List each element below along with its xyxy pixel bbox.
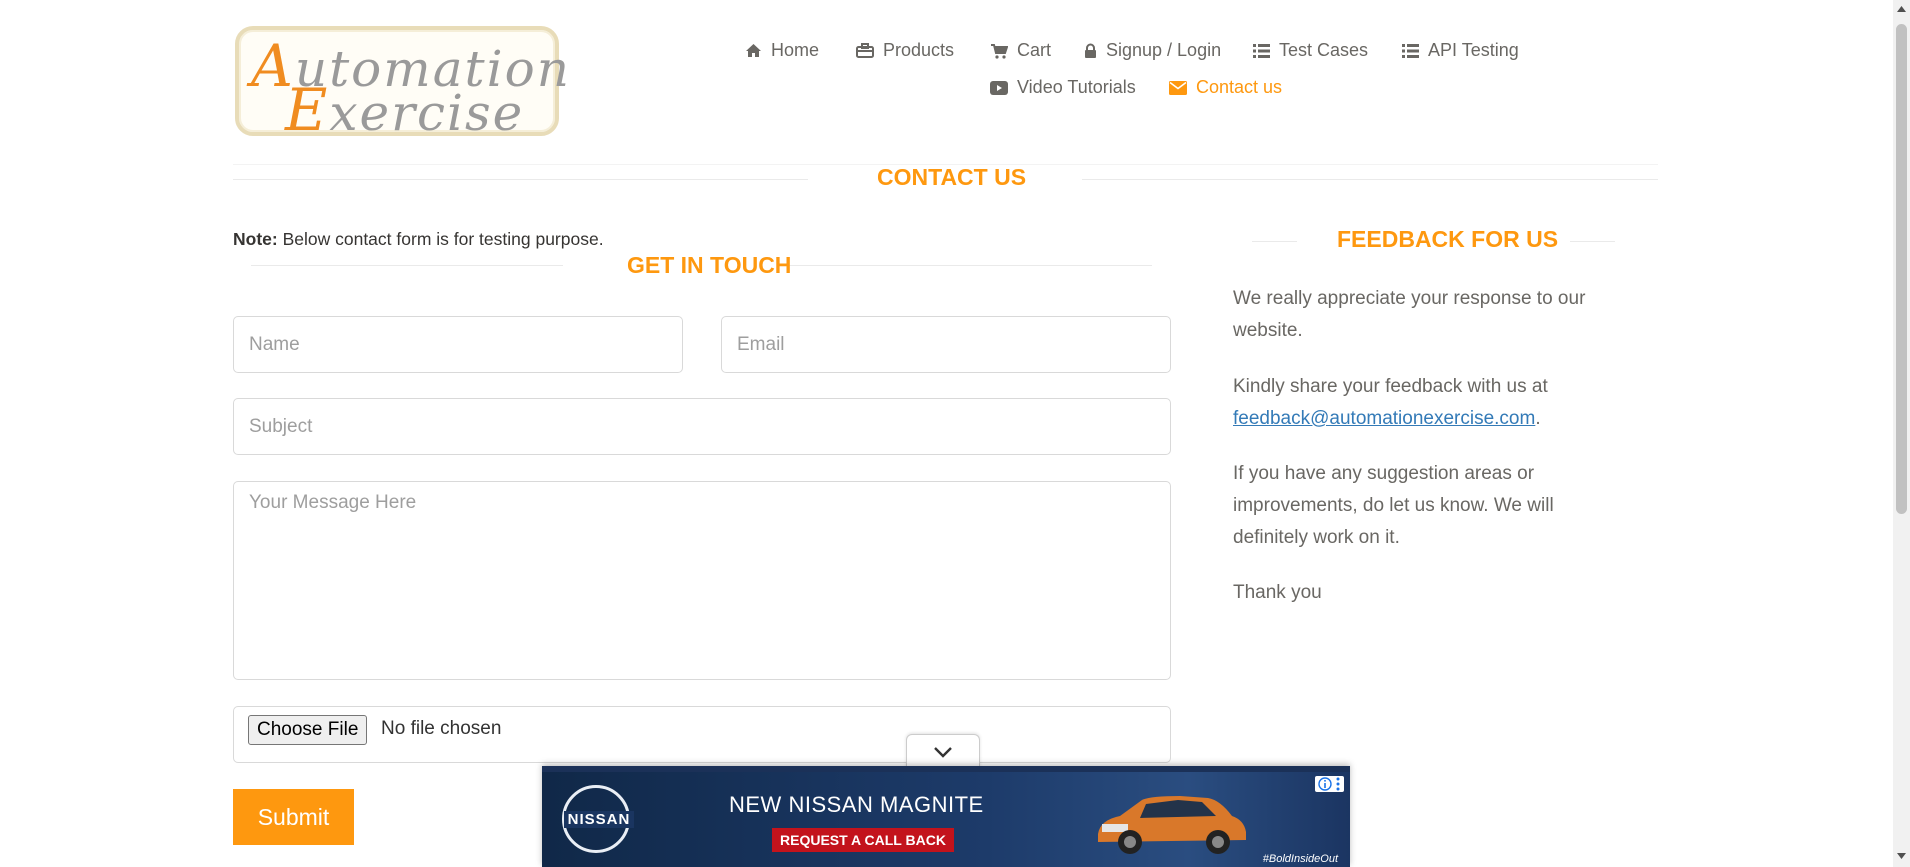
file-upload-field[interactable]: Choose File No file chosen xyxy=(233,706,1171,763)
info-icon[interactable] xyxy=(1318,777,1332,791)
nav-home[interactable]: Home xyxy=(745,40,819,61)
nav-contact-us[interactable]: Contact us xyxy=(1169,77,1282,98)
nav-cart[interactable]: Cart xyxy=(990,40,1051,61)
nav-video-tutorials[interactable]: Video Tutorials xyxy=(990,77,1136,98)
products-icon xyxy=(856,43,874,58)
cart-icon xyxy=(991,43,1008,59)
site-logo[interactable]: Automation Exercise xyxy=(235,26,569,144)
ad-collapse-toggle[interactable] xyxy=(906,734,980,769)
page-title: CONTACT US xyxy=(877,164,1027,190)
get-in-touch-heading: GET IN TOUCH xyxy=(627,252,792,278)
list-icon xyxy=(1402,43,1419,58)
ad-headline: NEW NISSAN MAGNITE xyxy=(729,792,984,817)
nav-signup-login[interactable]: Signup / Login xyxy=(1084,40,1221,61)
chevron-down-icon xyxy=(934,747,952,758)
envelope-icon xyxy=(1169,80,1187,95)
car-image-icon xyxy=(1098,796,1246,854)
ad-info-controls[interactable] xyxy=(1315,776,1344,792)
logo-line-2: Exercise xyxy=(285,76,525,144)
more-options-icon[interactable] xyxy=(1335,777,1341,791)
feedback-line-right xyxy=(1570,241,1615,242)
nav-test-cases[interactable]: Test Cases xyxy=(1253,40,1368,61)
youtube-icon xyxy=(990,80,1008,95)
feedback-line-left xyxy=(1252,241,1297,242)
subject-input[interactable] xyxy=(233,398,1171,455)
ad-hashtag: #BoldInsideOut xyxy=(1262,853,1338,865)
get-in-touch-line-left xyxy=(251,265,563,266)
feedback-paragraph-1: We really appreciate your response to ou… xyxy=(1233,288,1586,341)
list-icon xyxy=(1253,43,1270,58)
ad-background: NISSAN NEW NISSAN MAGNITE REQUEST A CALL… xyxy=(542,772,1350,867)
no-file-text: No file chosen xyxy=(381,718,502,739)
form-note: Note: Below contact form is for testing … xyxy=(233,229,604,249)
email-input[interactable] xyxy=(721,316,1171,373)
scroll-up-icon[interactable] xyxy=(1897,6,1906,12)
get-in-touch-line-right xyxy=(789,265,1152,266)
title-line-left xyxy=(233,179,808,180)
home-icon xyxy=(746,44,761,57)
submit-button[interactable]: Submit xyxy=(233,789,354,845)
feedback-heading: FEEDBACK FOR US xyxy=(1337,226,1559,252)
choose-file-button[interactable]: Choose File xyxy=(248,715,368,745)
title-line-right xyxy=(1082,179,1658,180)
nav-api-testing[interactable]: API Testing xyxy=(1402,40,1519,61)
ad-brand: NISSAN xyxy=(564,811,634,828)
nav-products[interactable]: Products xyxy=(856,40,954,61)
name-input[interactable] xyxy=(233,316,683,373)
scrollbar-thumb[interactable] xyxy=(1896,24,1907,514)
feedback-paragraph-2: Kindly share your feedback with us at fe… xyxy=(1233,376,1548,429)
message-textarea[interactable] xyxy=(233,481,1171,680)
feedback-email-link[interactable]: feedback@automationexercise.com xyxy=(1233,408,1535,429)
feedback-paragraph-3: If you have any suggestion areas or impr… xyxy=(1233,463,1554,548)
ad-cta-button[interactable]: REQUEST A CALL BACK xyxy=(772,828,954,852)
lock-icon xyxy=(1085,43,1096,58)
scroll-down-icon[interactable] xyxy=(1897,853,1906,859)
ad-banner[interactable]: NISSAN NEW NISSAN MAGNITE REQUEST A CALL… xyxy=(542,766,1350,867)
feedback-paragraph-4: Thank you xyxy=(1233,582,1322,603)
